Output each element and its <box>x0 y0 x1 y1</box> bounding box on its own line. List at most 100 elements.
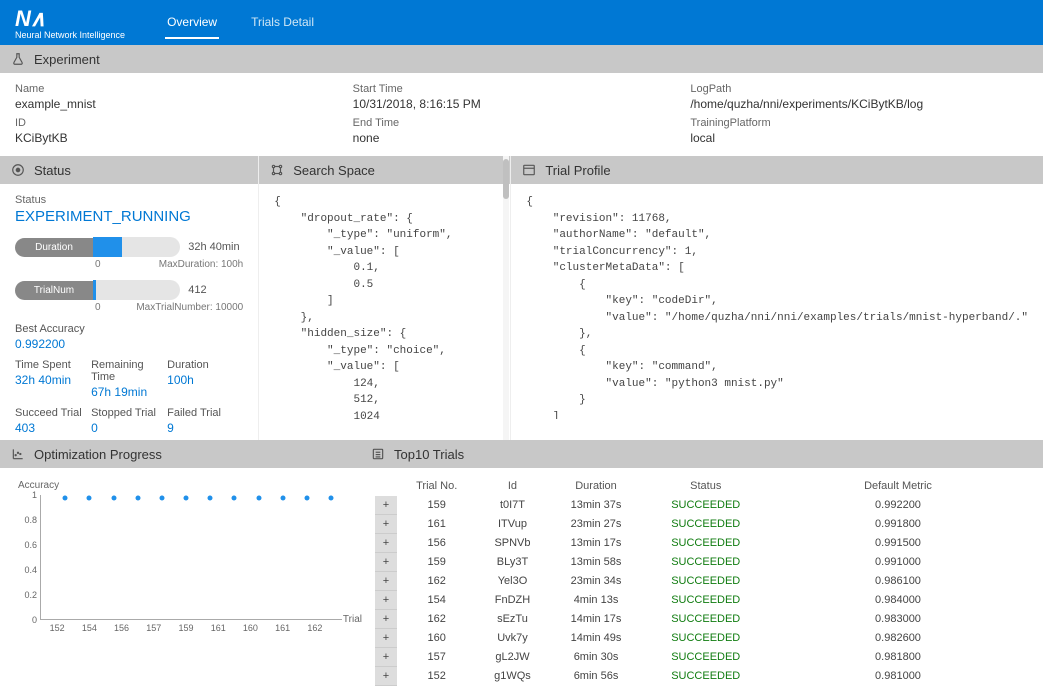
section-optimization-title: Optimization Progress <box>34 447 162 462</box>
xtick: 152 <box>50 623 65 633</box>
section-profile-title: Trial Profile <box>545 163 610 178</box>
expand-row-button[interactable]: + <box>375 648 397 667</box>
exp-platform-value: local <box>690 131 1028 145</box>
chart-point <box>87 495 92 500</box>
exp-log-value: /home/quzha/nni/experiments/KCiBytKB/log <box>690 97 1028 111</box>
table-row: +162Yel3O23min 34sSUCCEEDED0.986100 <box>375 572 1028 591</box>
cell-trial: 160 <box>397 629 476 648</box>
cell-duration: 13min 58s <box>549 553 644 572</box>
section-status-header: Status <box>0 156 258 184</box>
failed-label: Failed Trial <box>167 407 243 419</box>
best-acc-value: 0.992200 <box>15 337 243 351</box>
chart-point <box>184 495 189 500</box>
table-row: +156SPNVb13min 17sSUCCEEDED0.991500 <box>375 534 1028 553</box>
cell-trial: 159 <box>397 496 476 515</box>
cell-id: Uvk7y <box>476 629 548 648</box>
exp-log-label: LogPath <box>690 83 1028 95</box>
exp-id-value: KCiBytKB <box>15 131 353 145</box>
search-space-content: { "dropout_rate": { "_type": "uniform", … <box>259 184 510 419</box>
xtick: 154 <box>82 623 97 633</box>
best-acc-label: Best Accuracy <box>15 323 243 335</box>
expand-row-button[interactable]: + <box>375 572 397 591</box>
trialnum-max: MaxTrialNumber: 10000 <box>136 302 243 313</box>
duration2-label: Duration <box>167 359 243 371</box>
chart-icon <box>10 446 26 462</box>
cell-id: g1WQs <box>476 667 548 686</box>
tab-overview[interactable]: Overview <box>165 7 219 39</box>
cell-duration: 14min 49s <box>549 629 644 648</box>
cell-id: BLy3T <box>476 553 548 572</box>
xtick: 161 <box>211 623 226 633</box>
trialnum-progress-bar <box>93 280 180 300</box>
cell-duration: 23min 27s <box>549 515 644 534</box>
cell-duration: 6min 56s <box>549 667 644 686</box>
exp-name-value: example_mnist <box>15 97 353 111</box>
section-experiment-header: Experiment <box>0 45 1043 73</box>
cell-trial: 161 <box>397 515 476 534</box>
flask-icon <box>10 51 26 67</box>
table-row: +159BLy3T13min 58sSUCCEEDED0.991000 <box>375 553 1028 572</box>
xtick: 162 <box>307 623 322 633</box>
ytick: 0.8 <box>19 515 37 525</box>
duration-max: MaxDuration: 100h <box>159 259 244 270</box>
chart-point <box>208 495 213 500</box>
section-profile-header: Trial Profile <box>511 156 1043 184</box>
exp-name-label: Name <box>15 83 353 95</box>
exp-end-label: End Time <box>353 117 691 129</box>
exp-platform-label: TrainingPlatform <box>690 117 1028 129</box>
table-row: +162sEzTu14min 17sSUCCEEDED0.983000 <box>375 610 1028 629</box>
expand-row-button[interactable]: + <box>375 629 397 648</box>
top10-table: Trial No. Id Duration Status Default Met… <box>375 476 1028 686</box>
search-scrollbar[interactable] <box>503 156 509 440</box>
cell-duration: 6min 30s <box>549 648 644 667</box>
expand-row-button[interactable]: + <box>375 515 397 534</box>
cell-status: SUCCEEDED <box>643 553 768 572</box>
cell-id: gL2JW <box>476 648 548 667</box>
xtick: 161 <box>275 623 290 633</box>
cell-status: SUCCEEDED <box>643 610 768 629</box>
expand-row-button[interactable]: + <box>375 496 397 515</box>
cell-status: SUCCEEDED <box>643 496 768 515</box>
xtick: 159 <box>178 623 193 633</box>
logo-text: Neural Network Intelligence <box>15 30 125 40</box>
tab-trials-detail[interactable]: Trials Detail <box>249 7 316 39</box>
experiment-info: Name example_mnist ID KCiBytKB Start Tim… <box>0 73 1043 156</box>
cell-metric: 0.991500 <box>768 534 1028 553</box>
chart-ylabel: Accuracy <box>18 480 342 491</box>
trialnum-progress-text: 412 <box>188 284 243 296</box>
duration-progress: Duration 32h 40min <box>15 237 243 257</box>
logo: N∧ Neural Network Intelligence <box>15 6 125 40</box>
cell-status: SUCCEEDED <box>643 572 768 591</box>
exp-end-value: none <box>353 131 691 145</box>
chart-point <box>304 495 309 500</box>
section-search-title: Search Space <box>293 163 375 178</box>
expand-row-button[interactable]: + <box>375 553 397 572</box>
remaining-label: Remaining Time <box>91 359 167 383</box>
section-search-header: Search Space <box>259 156 510 184</box>
expand-row-button[interactable]: + <box>375 591 397 610</box>
expand-row-button[interactable]: + <box>375 610 397 629</box>
table-row: +161ITVup23min 27sSUCCEEDED0.991800 <box>375 515 1028 534</box>
expand-row-button[interactable]: + <box>375 534 397 553</box>
chart-point <box>256 495 261 500</box>
ytick: 1 <box>19 490 37 500</box>
cell-duration: 4min 13s <box>549 591 644 610</box>
cell-id: Yel3O <box>476 572 548 591</box>
cell-trial: 159 <box>397 553 476 572</box>
cell-status: SUCCEEDED <box>643 667 768 686</box>
cell-metric: 0.992200 <box>768 496 1028 515</box>
stopped-value: 0 <box>91 421 167 435</box>
cell-status: SUCCEEDED <box>643 591 768 610</box>
cell-status: SUCCEEDED <box>643 534 768 553</box>
status-label: Status <box>15 194 243 206</box>
cell-metric: 0.982600 <box>768 629 1028 648</box>
th-trial: Trial No. <box>397 476 476 496</box>
chart-point <box>63 495 68 500</box>
succeed-label: Succeed Trial <box>15 407 91 419</box>
th-duration: Duration <box>549 476 644 496</box>
profile-icon <box>521 162 537 178</box>
chart-point <box>280 495 285 500</box>
section-optimization-header: Optimization Progress <box>0 440 360 468</box>
expand-row-button[interactable]: + <box>375 667 397 686</box>
trial-profile-content: { "revision": 11768, "authorName": "defa… <box>511 184 1043 419</box>
